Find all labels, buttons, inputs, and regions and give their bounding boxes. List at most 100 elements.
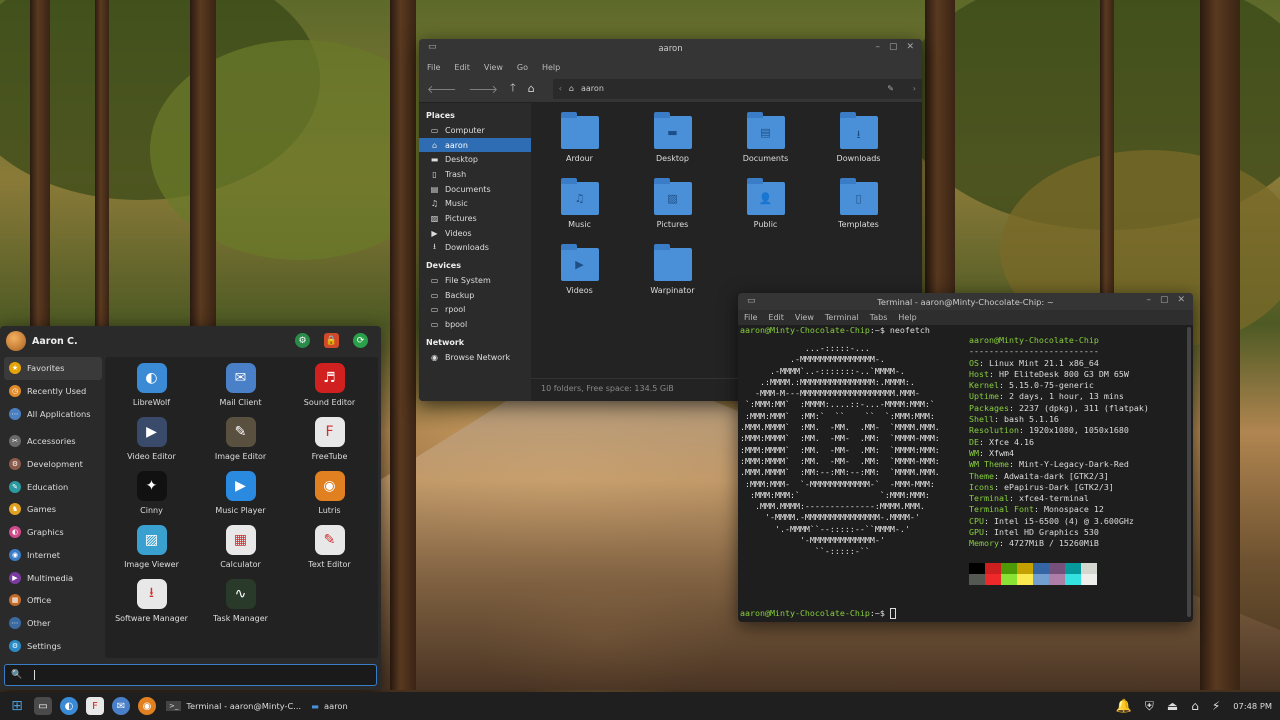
network-icon[interactable]: ⌂ bbox=[1191, 699, 1199, 713]
app-music-player[interactable]: ▶ Music Player bbox=[196, 471, 285, 515]
update-icon[interactable]: ⏏ bbox=[1167, 699, 1178, 713]
menu-edit[interactable]: Edit bbox=[768, 313, 784, 322]
folder-downloads[interactable]: ⭳ Downloads bbox=[812, 112, 905, 163]
sidebar-item-videos[interactable]: ▶ Videos bbox=[419, 226, 531, 241]
close-icon[interactable]: ✕ bbox=[1177, 295, 1185, 305]
category-internet[interactable]: ◉ Internet bbox=[4, 544, 102, 567]
sidebar-item-bpool[interactable]: ▭ bpool bbox=[419, 317, 531, 332]
folder-warpinator[interactable]: Warpinator bbox=[626, 244, 719, 295]
file-manager-launcher-icon[interactable]: ▭ bbox=[34, 697, 52, 715]
sidebar-item-rpool[interactable]: ▭ rpool bbox=[419, 303, 531, 318]
app-video-editor[interactable]: ▶ Video Editor bbox=[107, 417, 196, 461]
apps-menu-icon[interactable]: ⊞ bbox=[8, 697, 26, 715]
sidebar-item-backup[interactable]: ▭ Backup bbox=[419, 288, 531, 303]
sidebar-item-pictures[interactable]: ▨ Pictures bbox=[419, 211, 531, 226]
category-recently-used[interactable]: ◷ Recently Used bbox=[4, 380, 102, 403]
sidebar-item-computer[interactable]: ▭ Computer bbox=[419, 123, 531, 138]
menu-file[interactable]: File bbox=[427, 63, 440, 72]
settings-manager-icon[interactable]: ⚙ bbox=[295, 333, 310, 348]
window-menu-icon[interactable]: ▭ bbox=[428, 42, 437, 52]
mail-launcher-icon[interactable]: ✉ bbox=[112, 697, 130, 715]
category-graphics[interactable]: ◐ Graphics bbox=[4, 521, 102, 544]
app-task-manager[interactable]: ∿ Task Manager bbox=[196, 579, 285, 623]
menu-tabs[interactable]: Tabs bbox=[870, 313, 888, 322]
librewolf-launcher-icon[interactable]: ◐ bbox=[60, 697, 78, 715]
menu-view[interactable]: View bbox=[484, 63, 503, 72]
home-icon[interactable]: ⌂ bbox=[528, 82, 535, 95]
file-manager-titlebar[interactable]: ▭ aaron – ▢ ✕ bbox=[419, 39, 922, 59]
app-text-editor[interactable]: ✎ Text Editor bbox=[285, 525, 374, 569]
active-prompt[interactable]: aaron@Minty-Chocolate-Chip:~$ bbox=[740, 608, 896, 619]
menu-file[interactable]: File bbox=[744, 313, 757, 322]
folder-pictures[interactable]: ▨ Pictures bbox=[626, 178, 719, 229]
shield-icon[interactable]: ⛨ bbox=[1145, 699, 1154, 714]
search-field[interactable]: 🔍 bbox=[4, 664, 377, 686]
forward-arrow-icon[interactable]: 🡒 bbox=[469, 82, 499, 96]
log-out-icon[interactable]: ⟳ bbox=[353, 333, 368, 348]
app-calculator[interactable]: ▦ Calculator bbox=[196, 525, 285, 569]
category-accessories[interactable]: ✂ Accessories bbox=[4, 430, 102, 453]
folder-templates[interactable]: ▯ Templates bbox=[812, 178, 905, 229]
category-other[interactable]: ⋯ Other bbox=[4, 612, 102, 635]
task-terminal[interactable]: >_ Terminal - aaron@Minty-C... bbox=[166, 701, 301, 711]
app-cinny[interactable]: ✦ Cinny bbox=[107, 471, 196, 515]
sidebar-item-browse-network[interactable]: ◉ Browse Network bbox=[419, 350, 531, 365]
menu-terminal[interactable]: Terminal bbox=[825, 313, 859, 322]
app-lutris[interactable]: ◉ Lutris bbox=[285, 471, 374, 515]
category-office[interactable]: ▦ Office bbox=[4, 589, 102, 612]
lutris-launcher-icon[interactable]: ◉ bbox=[138, 697, 156, 715]
back-arrow-icon[interactable]: 🡐 bbox=[427, 82, 457, 96]
category-education[interactable]: ✎ Education bbox=[4, 475, 102, 498]
path-segment[interactable]: aaron bbox=[581, 84, 604, 93]
window-menu-icon[interactable]: ▭ bbox=[747, 296, 756, 306]
location-bar[interactable]: ‹ ⌂ aaron ✎ › bbox=[552, 78, 922, 99]
minimize-icon[interactable]: – bbox=[1146, 295, 1151, 305]
category-all-applications[interactable]: ⋯ All Applications bbox=[4, 402, 102, 425]
maximize-icon[interactable]: ▢ bbox=[1160, 295, 1169, 305]
menu-help[interactable]: Help bbox=[542, 63, 560, 72]
sidebar-item-music[interactable]: ♫ Music bbox=[419, 196, 531, 211]
sidebar-item-desktop[interactable]: ▬ Desktop bbox=[419, 152, 531, 167]
lock-screen-icon[interactable]: 🔒 bbox=[324, 333, 339, 348]
path-right-chevron-icon[interactable]: › bbox=[913, 84, 916, 93]
app-freetube[interactable]: F FreeTube bbox=[285, 417, 374, 461]
folder-ardour[interactable]: Ardour bbox=[533, 112, 626, 163]
folder-documents[interactable]: ▤ Documents bbox=[719, 112, 812, 163]
menu-view[interactable]: View bbox=[795, 313, 814, 322]
app-mail-client[interactable]: ✉ Mail Client bbox=[196, 363, 285, 407]
edit-path-icon[interactable]: ✎ bbox=[887, 84, 894, 93]
category-settings[interactable]: ⚙ Settings bbox=[4, 634, 102, 657]
app-image-editor[interactable]: ✎ Image Editor bbox=[196, 417, 285, 461]
sidebar-item-trash[interactable]: ▯ Trash bbox=[419, 167, 531, 182]
task-file-manager[interactable]: ▬ aaron bbox=[311, 701, 348, 711]
notification-bell-icon[interactable]: 🔔 bbox=[1116, 699, 1132, 714]
up-arrow-icon[interactable]: 🡑 bbox=[510, 79, 516, 98]
path-left-chevron-icon[interactable]: ‹ bbox=[559, 84, 562, 93]
folder-videos[interactable]: ▶ Videos bbox=[533, 244, 626, 295]
sidebar-item-documents[interactable]: ▤ Documents bbox=[419, 182, 531, 197]
freetube-launcher-icon[interactable]: F bbox=[86, 697, 104, 715]
minimize-icon[interactable]: – bbox=[875, 42, 880, 52]
terminal-output[interactable]: aaron@Minty-Chocolate-Chip:~$ neofetch .… bbox=[738, 325, 1185, 622]
folder-music[interactable]: ♫ Music bbox=[533, 178, 626, 229]
clock[interactable]: 07:48 PM bbox=[1233, 701, 1272, 711]
app-software-manager[interactable]: ⭳ Software Manager bbox=[107, 579, 196, 623]
maximize-icon[interactable]: ▢ bbox=[889, 42, 898, 52]
scrollbar[interactable] bbox=[1187, 327, 1191, 617]
battery-power-icon[interactable]: ⚡ bbox=[1212, 699, 1220, 713]
app-librewolf[interactable]: ◐ LibreWolf bbox=[107, 363, 196, 407]
close-icon[interactable]: ✕ bbox=[906, 42, 914, 52]
app-sound-editor[interactable]: ♬ Sound Editor bbox=[285, 363, 374, 407]
folder-public[interactable]: 👤 Public bbox=[719, 178, 812, 229]
terminal-titlebar[interactable]: ▭ Terminal - aaron@Minty-Chocolate-Chip:… bbox=[738, 293, 1193, 310]
category-development[interactable]: ⚙ Development bbox=[4, 453, 102, 476]
menu-go[interactable]: Go bbox=[517, 63, 528, 72]
folder-desktop[interactable]: ▬ Desktop bbox=[626, 112, 719, 163]
sidebar-item-aaron[interactable]: ⌂ aaron bbox=[419, 137, 531, 153]
category-games[interactable]: ♞ Games bbox=[4, 498, 102, 521]
sidebar-item-downloads[interactable]: ⭳ Downloads bbox=[419, 241, 531, 256]
category-favorites[interactable]: ★ Favorites bbox=[4, 357, 102, 380]
terminal-window[interactable]: ▭ Terminal - aaron@Minty-Chocolate-Chip:… bbox=[738, 293, 1193, 622]
category-multimedia[interactable]: ▶ Multimedia bbox=[4, 566, 102, 589]
menu-help[interactable]: Help bbox=[898, 313, 916, 322]
